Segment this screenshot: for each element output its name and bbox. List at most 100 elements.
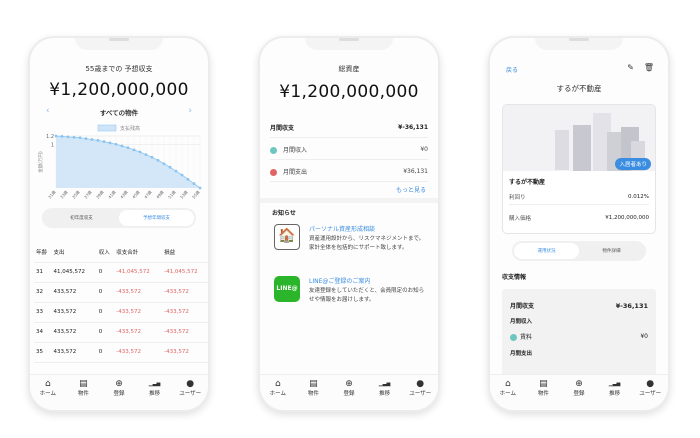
tab-label: 推移 — [379, 391, 391, 397]
data-point — [54, 134, 58, 138]
value: ¥1,200,000,000 — [605, 215, 649, 221]
data-point — [162, 162, 166, 166]
back-button[interactable]: 戻る — [506, 65, 518, 74]
property-name: するが不動産 — [509, 179, 546, 186]
table-row: 34 433,572 0 -433,572 -433,572 — [34, 322, 208, 343]
home-icon: ⌂ — [504, 379, 511, 389]
data-point — [96, 138, 100, 142]
tab-operation[interactable]: 運用状況 — [514, 243, 579, 259]
see-more-link[interactable]: もっと見る — [396, 185, 426, 194]
data-point — [156, 158, 160, 162]
col-income: 収入 — [96, 242, 115, 263]
data-point — [126, 146, 130, 150]
x-tick-label: 33歳 — [58, 189, 68, 200]
news-link[interactable]: パーソナル資産形成相談 — [309, 224, 429, 233]
table-row: 33 433,572 0 -433,572 -433,572 — [34, 302, 208, 323]
x-tick-label: 39歳 — [94, 189, 104, 200]
x-tick-label: 49歳 — [154, 189, 164, 200]
value: ¥-36,131 — [615, 301, 648, 310]
news-link[interactable]: LINE@ご登録のご案内 — [309, 276, 429, 285]
label: 月間収入 — [283, 146, 308, 154]
notch — [535, 38, 623, 50]
forecast-table: 年齢 支出 収入 収支合計 損益 31 41,045,572 0 -41,045,57… — [34, 242, 208, 363]
tab-annual-forecast[interactable]: 予想年間収支 — [119, 210, 194, 226]
balance-chart: 支払残高金額(万円) 1.2 1 31歳 33歳 35歳 37歳 39歳 41歳 43歳 45歳 47… — [37, 124, 202, 200]
user-icon: ● — [416, 379, 425, 389]
table-row: 32 433,572 0 -433,572 -433,572 — [34, 282, 208, 303]
tab-home[interactable]: ⌂ ホーム — [493, 379, 523, 410]
tab-building[interactable]: ▤ 物件 — [68, 379, 98, 410]
property-image: 入居者あり — [503, 105, 655, 171]
tab-user[interactable]: ● ユーザー — [175, 379, 205, 410]
news-body: 友達登録をしていただくと、会員限定のお知らせや情報をお届けします。 — [309, 288, 425, 303]
line-logo-icon: LINE@ — [274, 276, 300, 302]
page-title: 総資産 — [338, 65, 360, 73]
legend-label: 支払残高 — [120, 125, 140, 132]
data-point — [60, 135, 64, 138]
table-cell: -433,572 — [114, 282, 163, 303]
table-cell: 0 — [96, 282, 115, 303]
col-profit: 損益 — [162, 242, 208, 263]
home-icon: ⌂ — [274, 379, 281, 389]
tab-bar-chart[interactable]: ▁▃▅ 推移 — [600, 379, 630, 410]
col-expense: 支出 — [51, 242, 97, 263]
price-row: 購入価格 ¥1,200,000,000 — [509, 211, 649, 225]
data-point — [144, 153, 148, 157]
tab-label: 登録 — [113, 391, 125, 397]
table-cell: 0 — [96, 262, 115, 283]
table-cell: 0 — [96, 302, 115, 323]
data-point — [72, 135, 76, 139]
tab-home[interactable]: ⌂ ホーム — [33, 379, 63, 410]
page-title: 55歳までの 予想収支 — [85, 65, 153, 73]
tab-label: 物件 — [307, 391, 319, 397]
x-tick-label: 31歳 — [46, 189, 56, 200]
y-tick-label: 1.2 — [46, 134, 54, 140]
tab-bar: ⌂ ホーム ▤ 物件 ⊕ 登録 ▁▃▅ 推移 ● ユーザー — [260, 374, 438, 410]
tab-user[interactable]: ● ユーザー — [635, 379, 665, 410]
data-point — [198, 186, 202, 190]
tab-building[interactable]: ▤ 物件 — [298, 379, 328, 410]
consultation-icon: 🏠 — [274, 224, 300, 250]
data-point — [180, 173, 184, 177]
table-cell: 433,572 — [51, 322, 97, 343]
table-cell: -433,572 — [114, 302, 163, 323]
tab-building[interactable]: ▤ 物件 — [528, 379, 558, 410]
plus-circle-icon: ⊕ — [115, 379, 123, 389]
y-tick-label: 1 — [51, 143, 54, 149]
news-item-consultation[interactable]: パーソナル資産形成相談 資産運用設計から、リスクマネジメントまで。家計全体を包括… — [309, 224, 429, 253]
label: 月間支出 — [283, 168, 308, 176]
edit-icon[interactable]: ✎ — [627, 63, 634, 72]
data-point — [132, 148, 136, 152]
phone-property-detail: 戻る ✎ 🗑 するが不動産 入居者あり するが不動産 利回り 0.012% 購入価… — [488, 36, 670, 412]
phone-assets: 総資産 ¥1,200,000,000 月間収支 ¥-36,131 月間収入 ¥0 月… — [258, 36, 440, 412]
tab-label: 物件 — [537, 391, 549, 397]
table-cell: -433,572 — [162, 322, 208, 343]
news-item-line[interactable]: LINE@ご登録のご案内 友達登録をしていただくと、会員限定のお知らせや情報をお… — [309, 276, 429, 305]
tab-label: ユーザー — [409, 391, 432, 397]
tab-user[interactable]: ● ユーザー — [405, 379, 435, 410]
trash-icon[interactable]: 🗑 — [644, 63, 654, 72]
tab-plus-circle[interactable]: ⊕ 登録 — [564, 379, 594, 410]
table-cell: -41,045,572 — [114, 262, 163, 283]
tab-plus-circle[interactable]: ⊕ 登録 — [334, 379, 364, 410]
tab-first-year[interactable]: 初年度収支 — [44, 210, 119, 226]
tab-bar: ⌂ ホーム ▤ 物件 ⊕ 登録 ▁▃▅ 推移 ● ユーザー — [490, 374, 668, 410]
tab-label: ユーザー — [179, 391, 202, 397]
total-assets: ¥1,200,000,000 — [279, 82, 419, 102]
tab-home[interactable]: ⌂ ホーム — [263, 379, 293, 410]
user-icon: ● — [186, 379, 195, 389]
tab-plus-circle[interactable]: ⊕ 登録 — [104, 379, 134, 410]
property-selector[interactable]: すべての物件 — [30, 107, 208, 117]
tab-bar-chart[interactable]: ▁▃▅ 推移 — [140, 379, 170, 410]
table-cell: 41,045,572 — [51, 262, 97, 283]
tab-label: 物件 — [77, 391, 89, 397]
table-cell: -433,572 — [162, 302, 208, 323]
col-age: 年齢 — [34, 242, 52, 263]
data-point — [90, 138, 94, 141]
data-point — [108, 141, 112, 145]
x-tick-label: 51歳 — [166, 189, 176, 200]
tab-label: ホーム — [499, 391, 516, 397]
divider — [260, 198, 438, 203]
tab-bar-chart[interactable]: ▁▃▅ 推移 — [370, 379, 400, 410]
tab-property-detail[interactable]: 物件詳細 — [579, 243, 644, 259]
